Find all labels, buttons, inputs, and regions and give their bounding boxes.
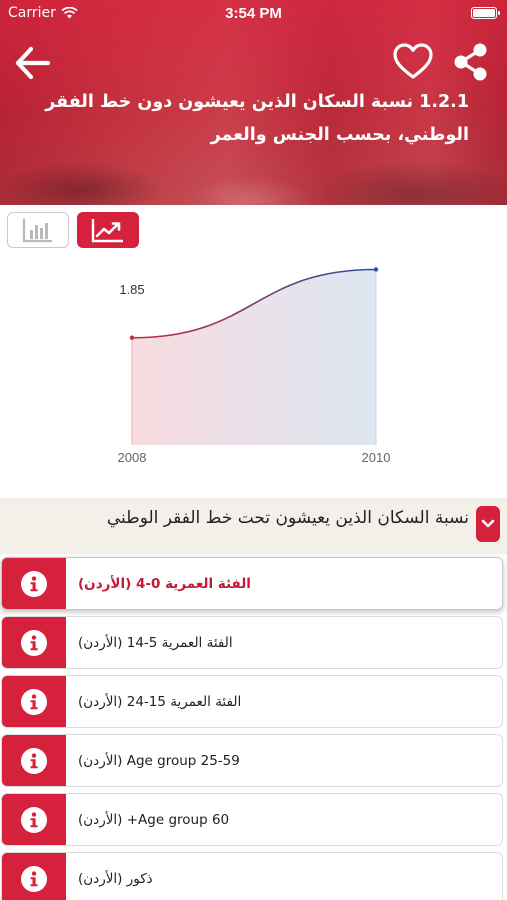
bar-chart-icon: [22, 219, 52, 243]
indicator-dropdown-button[interactable]: [476, 506, 500, 542]
line-chart-toggle[interactable]: [77, 212, 139, 248]
chevron-down-icon: [481, 519, 495, 528]
info-icon: [21, 629, 47, 656]
list-item[interactable]: الفئة العمرية 15-24 (الأردن): [1, 675, 503, 728]
info-button[interactable]: [2, 558, 66, 609]
info-icon: [21, 865, 47, 892]
list-item[interactable]: ذكور (الأردن): [1, 852, 503, 900]
list-item-label: ذكور (الأردن): [78, 870, 153, 887]
info-icon: [21, 688, 47, 715]
arrow-left-icon: [15, 46, 51, 80]
info-icon: [21, 570, 47, 597]
list-item-label: الفئة العمرية 15-24 (الأردن): [78, 693, 242, 710]
indicator-label: نسبة السكان الذين يعيشون تحت خط الفقر ال…: [106, 508, 469, 528]
line-chart: 1.8520082.22010: [118, 267, 391, 465]
indicator-selector[interactable]: نسبة السكان الذين يعيشون تحت خط الفقر ال…: [0, 498, 507, 554]
status-bar: Carrier 3:54 PM: [0, 0, 507, 28]
page-title: 1.2.1 نسبة السكان الذين يعيشون دون خط ال…: [45, 92, 469, 145]
list-item[interactable]: الفئة العمرية 0-4 (الأردن): [1, 557, 503, 610]
list-item-label: Age group 25-59 (الأردن): [78, 752, 240, 769]
x-tick-label: 2010: [362, 450, 391, 465]
back-button[interactable]: [14, 44, 52, 82]
chart-area: [132, 269, 376, 445]
line-chart-icon: [91, 219, 123, 243]
info-button[interactable]: [2, 853, 66, 900]
list-item-label: Age group 60+ (الأردن): [78, 811, 230, 828]
info-button[interactable]: [2, 735, 66, 786]
info-button[interactable]: [2, 794, 66, 845]
list-item-label: الفئة العمرية 0-4 (الأردن): [78, 575, 251, 592]
battery-icon: [471, 7, 500, 19]
bar-chart-toggle[interactable]: [7, 212, 69, 248]
info-icon: [21, 747, 47, 774]
favorite-button[interactable]: [393, 42, 433, 82]
data-point: [129, 335, 135, 340]
list-item[interactable]: Age group 25-59 (الأردن): [1, 734, 503, 787]
clock: 3:54 PM: [225, 5, 282, 22]
info-button[interactable]: [2, 617, 66, 668]
heart-icon: [393, 43, 433, 79]
share-button[interactable]: [453, 42, 489, 82]
info-button[interactable]: [2, 676, 66, 727]
header: Carrier 3:54 PM 1.2.1 نسبة السكان الذين …: [0, 0, 507, 205]
list-item[interactable]: الفئة العمرية 5-14 (الأردن): [1, 616, 503, 669]
data-point: [373, 267, 379, 272]
data-label: 1.85: [119, 282, 144, 297]
info-icon: [21, 806, 47, 833]
list-item[interactable]: Age group 60+ (الأردن): [1, 793, 503, 846]
x-tick-label: 2008: [118, 450, 147, 465]
breakdown-list: الفئة العمرية 0-4 (الأردن) الفئة العمرية …: [0, 554, 507, 900]
list-item-label: الفئة العمرية 5-14 (الأردن): [78, 634, 233, 651]
share-icon: [454, 43, 487, 81]
